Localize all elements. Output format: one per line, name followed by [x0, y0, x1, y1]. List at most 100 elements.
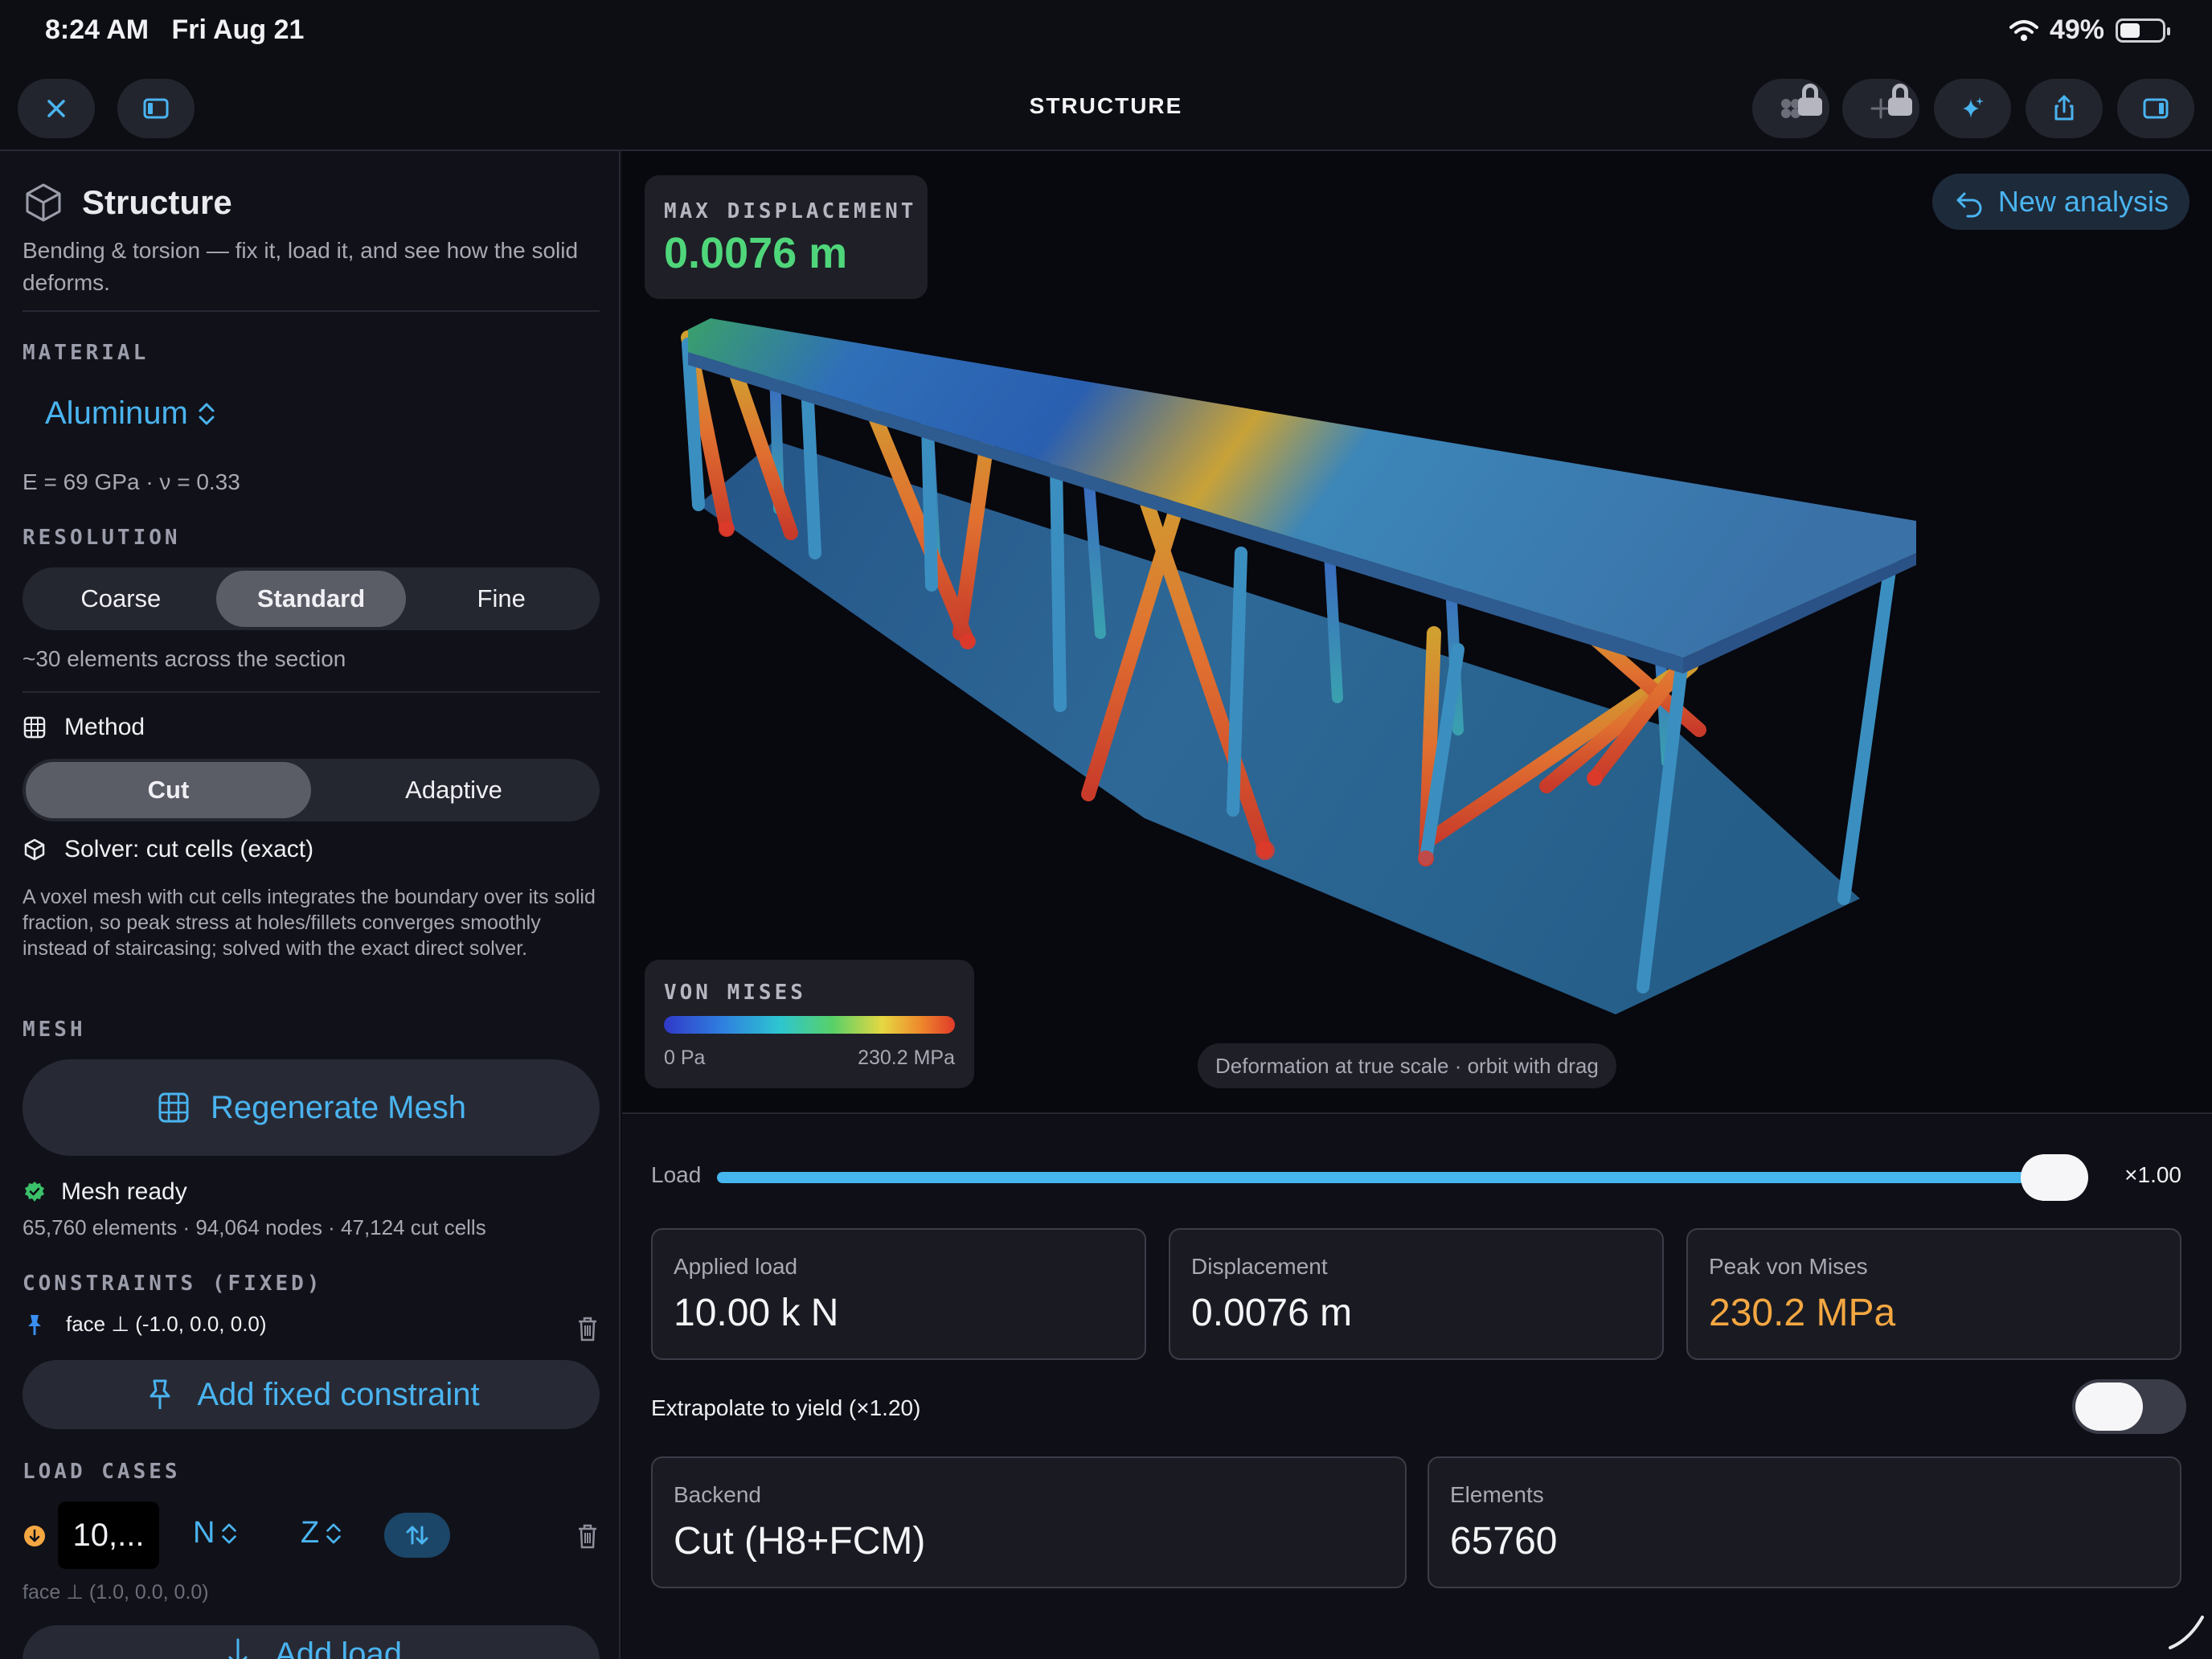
- lock-icon: [1798, 84, 1822, 116]
- material-section-label: MATERIAL: [23, 341, 150, 365]
- material-props: E = 69 GPa · ν = 0.33: [23, 469, 240, 494]
- von-mises-legend: VON MISES 0 Pa 230.2 MPa: [645, 960, 974, 1088]
- lock-icon: [1888, 84, 1912, 116]
- battery-icon: [2116, 18, 2170, 43]
- status-time: 8:24 AM Fri Aug 21: [45, 14, 305, 45]
- backend-label: Backend: [674, 1482, 761, 1507]
- applied-load-card: Applied load 10.00 k N: [651, 1228, 1146, 1360]
- material-picker[interactable]: Aluminum: [45, 395, 217, 432]
- viewport-hint: Deformation at true scale · orbit with d…: [1198, 1043, 1616, 1088]
- share-icon: [2054, 95, 2074, 121]
- method-segmented: Cut Adaptive: [23, 759, 600, 821]
- displacement-label: Displacement: [1191, 1254, 1328, 1279]
- sidebar: Structure Bending & torsion — fix it, lo…: [0, 151, 621, 1659]
- legend-colorbar: [664, 1016, 955, 1034]
- displacement-card: Displacement 0.0076 m: [1169, 1228, 1664, 1360]
- max-displacement-value: 0.0076 m: [664, 229, 848, 277]
- method-header: Method: [23, 714, 145, 741]
- wifi-icon: [2009, 19, 2038, 41]
- add-button[interactable]: [1842, 79, 1919, 138]
- legend-title: VON MISES: [664, 981, 806, 1005]
- backend-value: Cut (H8+FCM): [674, 1520, 926, 1563]
- grid-icon: [23, 716, 46, 739]
- divider: [23, 691, 600, 693]
- solver-header: Solver: cut cells (exact): [23, 836, 313, 863]
- load-face-label: face ⊥ (1.0, 0.0, 0.0): [23, 1581, 209, 1604]
- pin-icon: [28, 1314, 41, 1335]
- backend-card: Backend Cut (H8+FCM): [651, 1456, 1407, 1588]
- loadcases-section-label: LOAD CASES: [23, 1460, 181, 1484]
- legend-max: 230.2 MPa: [858, 1047, 955, 1069]
- load-axis-value: Z: [301, 1516, 320, 1550]
- resolution-segmented: Coarse Standard Fine: [23, 567, 600, 630]
- peak-von-mises-value: 230.2 MPa: [1709, 1292, 1896, 1334]
- add-load-button[interactable]: Add load: [23, 1625, 600, 1659]
- check-seal-icon: [25, 1182, 44, 1202]
- cube-icon: [26, 183, 61, 222]
- max-displacement-label: MAX DISPLACEMENT: [664, 199, 917, 223]
- new-analysis-label: New analysis: [1997, 185, 2169, 218]
- method-option-adaptive[interactable]: Adaptive: [311, 762, 596, 818]
- load-magnitude-input[interactable]: 10,...: [58, 1501, 159, 1569]
- arrow-down-icon: [228, 1638, 248, 1659]
- chevron-updown-icon: [326, 1523, 341, 1543]
- resolution-option-coarse[interactable]: Coarse: [26, 571, 216, 627]
- sidebar-right-icon: [2143, 98, 2169, 119]
- share-button[interactable]: [2026, 79, 2103, 138]
- load-slider-track[interactable]: [717, 1172, 2053, 1183]
- material-value: Aluminum: [45, 395, 188, 431]
- peak-von-mises-card: Peak von Mises 230.2 MPa: [1686, 1228, 2181, 1360]
- delete-load-icon[interactable]: [576, 1522, 600, 1550]
- sidebar-header: Structure: [23, 182, 232, 223]
- displacement-value: 0.0076 m: [1191, 1292, 1353, 1334]
- results-panel: Load ×1.00 Applied load 10.00 k N Displa…: [622, 1116, 2212, 1659]
- multiplayer-button[interactable]: [1752, 79, 1829, 138]
- applied-load-label: Applied load: [674, 1254, 798, 1279]
- pencil-stroke-icon: [2169, 1616, 2204, 1649]
- ai-assist-button[interactable]: [1934, 79, 2011, 138]
- sidebar-title: Structure: [82, 183, 232, 221]
- add-load-label: Add load: [275, 1636, 402, 1659]
- solver-description: A voxel mesh with cut cells integrates t…: [23, 886, 596, 960]
- elements-label: Elements: [1450, 1482, 1544, 1507]
- mesh-section-label: MESH: [23, 1018, 86, 1042]
- new-analysis-button[interactable]: New analysis: [1931, 174, 2189, 230]
- load-case-row: 10,... N Z: [23, 1501, 600, 1572]
- resolution-section-label: RESOLUTION: [23, 526, 181, 550]
- load-unit-picker[interactable]: N: [193, 1516, 239, 1550]
- extrapolate-toggle[interactable]: [2072, 1379, 2186, 1434]
- add-fixed-constraint-button[interactable]: Add fixed constraint: [23, 1360, 600, 1429]
- regenerate-mesh-button[interactable]: Regenerate Mesh: [23, 1059, 600, 1156]
- arrow-down-circle-icon: [24, 1526, 45, 1546]
- divider: [23, 310, 600, 312]
- resolution-option-standard[interactable]: Standard: [215, 571, 407, 627]
- load-slider-thumb[interactable]: [2021, 1154, 2088, 1201]
- flip-direction-button[interactable]: [384, 1513, 450, 1558]
- max-displacement-card: MAX DISPLACEMENT 0.0076 m: [645, 175, 928, 299]
- load-unit-value: N: [193, 1516, 215, 1550]
- toolbar: STRUCTURE: [0, 72, 2212, 151]
- method-option-cut[interactable]: Cut: [26, 762, 311, 818]
- arrows-updown-icon: [406, 1526, 428, 1545]
- solver-label: Solver: cut cells (exact): [64, 836, 314, 862]
- sidebar-subtitle: Bending & torsion — fix it, load it, and…: [23, 238, 579, 295]
- method-label: Method: [64, 714, 145, 740]
- constraints-section-label: CONSTRAINTS (FIXED): [23, 1272, 323, 1296]
- pin-icon: [150, 1379, 170, 1409]
- undo-arrow-icon: [1956, 192, 1982, 218]
- legend-min: 0 Pa: [664, 1047, 706, 1069]
- 3d-viewport[interactable]: MAX DISPLACEMENT 0.0076 m New analysis V…: [622, 151, 2212, 1114]
- constraint-item[interactable]: face ⊥ (-1.0, 0.0, 0.0): [23, 1312, 267, 1337]
- battery-percent: 49%: [2049, 14, 2104, 45]
- inspector-toggle-button[interactable]: [2117, 79, 2194, 138]
- cube-icon: [24, 838, 45, 861]
- delete-constraint-icon[interactable]: [576, 1315, 600, 1342]
- resolution-hint: ~30 elements across the section: [23, 646, 346, 671]
- mesh-status-label: Mesh ready: [61, 1178, 187, 1205]
- extrapolate-label: Extrapolate to yield (×1.20): [651, 1395, 921, 1420]
- mesh-status: Mesh ready: [23, 1178, 187, 1206]
- mesh-stats: 65,760 elements · 94,064 nodes · 47,124 …: [23, 1215, 486, 1239]
- add-fixed-constraint-label: Add fixed constraint: [197, 1376, 480, 1412]
- resolution-option-fine[interactable]: Fine: [406, 571, 596, 627]
- load-axis-picker[interactable]: Z: [301, 1516, 343, 1550]
